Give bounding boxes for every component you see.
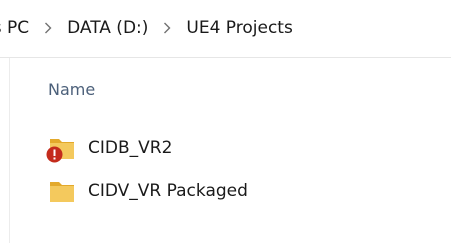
chevron-right-icon[interactable] (156, 16, 178, 40)
error-icon (46, 146, 63, 163)
breadcrumb-item-ue4-projects[interactable]: UE4 Projects (186, 16, 292, 40)
folder-icon (48, 178, 76, 204)
breadcrumb: is PC DATA (D:) UE4 Projects (0, 0, 451, 58)
chevron-right-icon[interactable] (37, 16, 59, 40)
list-item[interactable]: CIDV_VR Packaged (48, 176, 248, 206)
breadcrumb-item-this-pc[interactable]: is PC (0, 16, 29, 40)
folder-icon (46, 135, 76, 163)
list-item-label: CIDB_VR2 (88, 138, 173, 158)
breadcrumb-item-data-drive[interactable]: DATA (D:) (67, 16, 148, 40)
pane-divider (9, 58, 10, 243)
list-item[interactable]: CIDB_VR2 (46, 133, 173, 163)
column-header-name[interactable]: Name (48, 80, 95, 99)
file-list: Name CIDB_VR2 CIDV_VR Packaged (0, 58, 451, 243)
list-item-label: CIDV_VR Packaged (88, 181, 248, 201)
